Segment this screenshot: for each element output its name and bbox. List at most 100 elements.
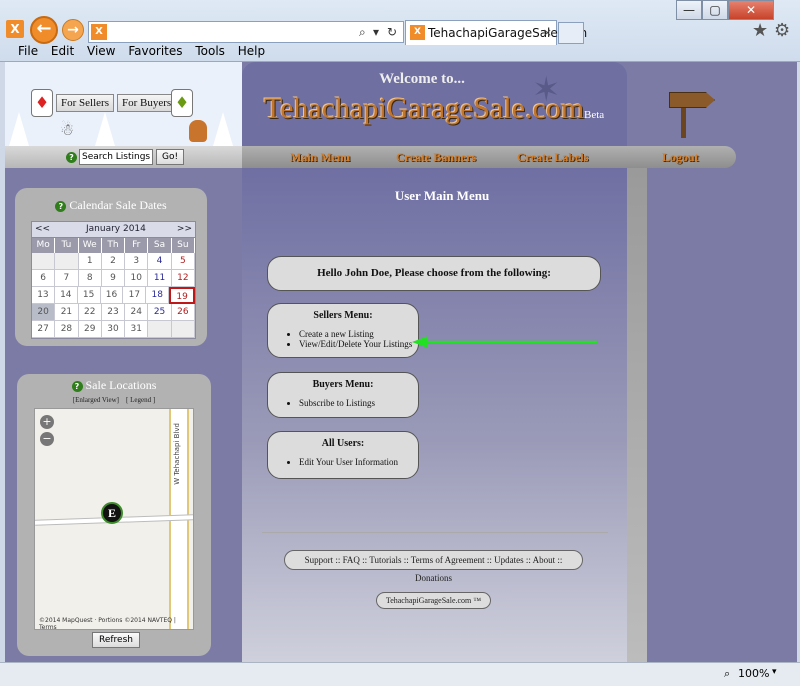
calendar-day[interactable]: 6 [32,270,56,287]
menu-view[interactable]: View [87,44,115,58]
create-listing-link[interactable]: Create a new Listing [299,329,418,339]
map-zoom-in-button[interactable]: + [40,415,54,429]
maximize-button[interactable]: ▢ [702,0,728,20]
calendar-next-button[interactable]: >> [177,224,192,234]
calendar-day[interactable]: 11 [148,270,172,287]
map-refresh-button[interactable]: Refresh [92,632,140,648]
calendar-day[interactable]: 26 [171,304,195,321]
seller-flame-icon: ♦ [31,89,53,117]
main-nav: Main Menu Create Banners Create Labels L… [242,146,736,168]
favorites-star-icon[interactable]: ★ [752,20,768,41]
calendar-day[interactable]: 21 [55,304,79,321]
view-edit-delete-listings-link[interactable]: View/Edit/Delete Your Listings [299,339,418,349]
calendar-day[interactable]: 1 [78,253,102,270]
calendar-day[interactable]: 25 [148,304,172,321]
tab-close-icon[interactable]: × [543,21,552,45]
address-bar[interactable]: X ⌕ ▾ ↻ [88,21,404,43]
calendar-day[interactable]: 18 [146,287,170,304]
calendar-day[interactable]: 4 [148,253,172,270]
back-button[interactable]: ← [30,16,58,44]
calendar-day[interactable]: 12 [171,270,195,287]
footer-brand[interactable]: TehachapiGarageSale.com ™ [376,592,491,609]
buyer-flame-icon: ♦ [171,89,193,117]
zoom-dropdown-icon[interactable]: ▾ [772,667,777,677]
calendar-weekday: Tu [55,238,79,253]
right-column [647,168,797,662]
menu-tools[interactable]: Tools [195,44,225,58]
map-marker-icon[interactable]: E [101,502,123,524]
tree-decoration [9,112,29,146]
calendar-day[interactable]: 30 [101,321,126,338]
calendar-day[interactable]: 28 [55,321,79,338]
edit-user-info-link[interactable]: Edit Your User Information [299,457,418,467]
calendar-grid: 1 2 3 4 5 6 7 8 9 10 11 12 13 14 15 16 17 18 19 20 21 22 23 24 2… [32,253,196,338]
map-zoom-out-button[interactable]: − [40,432,54,446]
close-window-button[interactable]: ✕ [728,0,774,20]
menu-file[interactable]: File [18,44,38,58]
calendar-day[interactable]: 19 [169,287,196,304]
calendar-day[interactable]: 23 [101,304,126,321]
calendar-day[interactable]: 10 [125,270,149,287]
enlarged-view-link[interactable]: [Enlarged View] [73,396,119,404]
menu-edit[interactable]: Edit [51,44,74,58]
help-icon[interactable]: ? [71,380,83,392]
calendar-weekday: Th [101,238,126,253]
calendar-day[interactable]: 7 [55,270,79,287]
calendar-day[interactable]: 31 [125,321,149,338]
zoom-level[interactable]: 100% [738,667,769,680]
calendar-day [55,253,79,270]
calendar-weekday: Mo [32,238,56,253]
minimize-button[interactable]: — [676,0,702,20]
forward-button[interactable]: → [62,19,84,41]
calendar-day[interactable]: 9 [101,270,126,287]
help-icon[interactable]: ? [66,152,77,163]
nav-main-menu[interactable]: Main Menu [290,150,350,165]
browser-logo-icon: X [6,20,24,38]
tab-tehachapigaragesale[interactable]: X TehachapiGarageSale.com × [405,20,587,45]
tree-decoration [213,112,233,146]
sidebar: ? Calendar Sale Dates << January 2014 >>… [5,168,242,662]
menu-favorites[interactable]: Favorites [128,44,182,58]
search-icon[interactable]: ⌕ [359,25,366,40]
calendar-day[interactable]: 20 [32,304,56,321]
site-title[interactable]: TehachapiGarageSale.com [264,92,584,126]
nav-create-labels[interactable]: Create Labels [517,150,588,165]
menu-help[interactable]: Help [238,44,265,58]
calendar-day[interactable]: 22 [78,304,102,321]
calendar-day[interactable]: 29 [78,321,102,338]
gear-icon[interactable]: ⚙ [774,20,790,41]
calendar-day[interactable]: 17 [123,287,147,304]
search-go-button[interactable]: Go! [156,149,185,165]
for-sellers-button[interactable]: For Sellers [56,94,114,112]
calendar-weekdays: Mo Tu We Th Fr Sa Su [32,238,195,253]
buyers-menu: Buyers Menu: Subscribe to Listings [267,372,419,418]
help-icon[interactable]: ? [55,200,67,212]
calendar-day[interactable]: 13 [32,287,55,304]
right-header [627,62,797,146]
calendar-day[interactable]: 8 [78,270,102,287]
calendar-day[interactable]: 15 [77,287,101,304]
calendar-prev-button[interactable]: << [35,224,50,234]
for-buyers-button[interactable]: For Buyers [117,94,177,112]
search-type-select[interactable]: Search Listings ▾ [79,149,153,176]
beta-badge: Beta [584,109,605,121]
calendar-day[interactable]: 24 [125,304,149,321]
legend-link[interactable]: [ Legend ] [126,396,155,404]
calendar-day[interactable]: 3 [125,253,149,270]
nav-create-banners[interactable]: Create Banners [396,150,476,165]
calendar-day[interactable]: 2 [101,253,126,270]
nav-logout[interactable]: Logout [662,150,699,165]
footer-links[interactable]: Support :: FAQ :: Tutorials :: Terms of … [284,550,583,583]
calendar-day[interactable]: 27 [32,321,56,338]
new-tab-button[interactable] [558,22,584,44]
dropdown-arrow-icon[interactable]: ▾ [373,25,379,39]
calendar-day[interactable]: 14 [54,287,78,304]
calendar-day[interactable]: 16 [100,287,124,304]
tree-decoration [95,112,115,146]
subscribe-listings-link[interactable]: Subscribe to Listings [299,398,418,408]
map[interactable]: W Tehachapi Blvd + − E ©2014 MapQuest · … [34,408,194,630]
refresh-icon[interactable]: ↻ [387,25,397,39]
calendar-day[interactable]: 5 [171,253,195,270]
zoom-icon[interactable]: ⌕ [724,667,730,681]
signpost-icon [669,92,715,108]
